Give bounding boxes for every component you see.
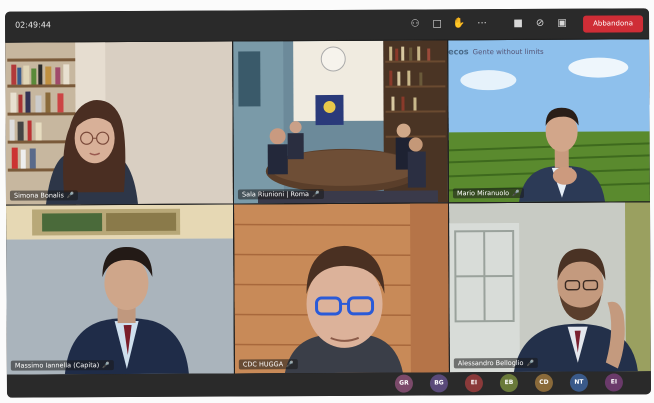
microphone-icon: 🎤 xyxy=(66,192,75,200)
participant-name: Mario Miranuolo xyxy=(456,189,510,198)
microphone-icon: 🎤 xyxy=(286,361,294,369)
video-feed-5 xyxy=(234,203,449,374)
meeting-timer: 02:49:44 xyxy=(15,20,52,30)
video-feed-6 xyxy=(449,202,651,373)
meeting-window: 02:49:44 ⚇ □ ✋ ··· ■ ⊘ ▣ Abbandona Simon… xyxy=(4,8,652,398)
video-tile-2[interactable]: Sala Riunioni | Roma 🎤 xyxy=(233,40,448,204)
leave-button[interactable]: Abbandona xyxy=(583,15,644,33)
participant-avatar[interactable]: EI xyxy=(604,373,623,392)
brand-logo: ecos xyxy=(448,47,469,57)
brand-overlay: ecos Gente without limits xyxy=(448,47,544,56)
microphone-icon: 🎤 xyxy=(102,362,110,370)
participant-name: CDC HUGGA xyxy=(242,360,284,369)
video-feed-3 xyxy=(448,39,650,203)
video-tile-5[interactable]: CDC HUGGA 🎤 xyxy=(234,203,449,374)
top-toolbar: 02:49:44 ⚇ □ ✋ ··· ■ ⊘ ▣ Abbandona xyxy=(4,8,650,42)
video-feed-1 xyxy=(5,41,234,205)
video-tile-3[interactable]: ecos Gente without limits Mario Miranuolo… xyxy=(448,39,650,203)
microphone-icon: 🎤 xyxy=(526,359,534,367)
camera-icon[interactable]: ■ xyxy=(511,17,525,31)
brand-tagline: Gente without limits xyxy=(472,47,544,57)
video-feed-2 xyxy=(233,40,448,204)
participant-name-tag: Alessandro Belloglio 🎤 xyxy=(453,357,538,369)
microphone-muted-icon[interactable]: ⊘ xyxy=(533,17,547,31)
participant-name: Sala Riunioni | Roma xyxy=(241,190,310,199)
microphone-icon: 🎤 xyxy=(512,189,520,198)
video-tile-4[interactable]: Massimo Iannella (Capita) 🎤 xyxy=(6,204,234,375)
video-tile-6[interactable]: Alessandro Belloglio 🎤 xyxy=(449,202,651,373)
participant-avatar[interactable]: NT xyxy=(569,373,588,392)
participant-name: Simona Bonalis xyxy=(13,191,64,200)
raise-hand-icon[interactable]: ✋ xyxy=(452,17,466,31)
participant-avatar[interactable]: EI xyxy=(464,374,483,393)
participant-name: Alessandro Belloglio xyxy=(457,358,524,368)
participant-avatar[interactable]: BG xyxy=(429,374,448,393)
participant-name-tag: Sala Riunioni | Roma 🎤 xyxy=(237,189,324,200)
more-options-icon[interactable]: ··· xyxy=(475,17,489,31)
participant-avatar[interactable]: EB xyxy=(499,374,518,393)
video-grid: Simona Bonalis 🎤 Sala Riunioni | Roma 🎤 … xyxy=(5,39,651,375)
participant-strip: GR BG EI EB CD NT EI xyxy=(6,371,652,398)
participants-icon[interactable]: ⚇ xyxy=(408,18,422,32)
participant-name-tag: CDC HUGGA 🎤 xyxy=(238,359,298,370)
participant-avatar[interactable]: GR xyxy=(394,374,413,393)
video-tile-1[interactable]: Simona Bonalis 🎤 xyxy=(5,41,234,205)
video-feed-4 xyxy=(6,204,234,375)
participant-name-tag: Massimo Iannella (Capita) 🎤 xyxy=(10,360,114,371)
participant-name-tag: Mario Miranuolo 🎤 xyxy=(452,187,524,199)
chat-icon[interactable]: □ xyxy=(430,17,444,31)
microphone-icon: 🎤 xyxy=(312,191,320,199)
participant-name-tag: Simona Bonalis 🎤 xyxy=(9,190,79,201)
share-screen-icon[interactable]: ▣ xyxy=(555,17,569,31)
participant-name: Massimo Iannella (Capita) xyxy=(14,361,100,370)
participant-avatar[interactable]: CD xyxy=(534,373,553,392)
